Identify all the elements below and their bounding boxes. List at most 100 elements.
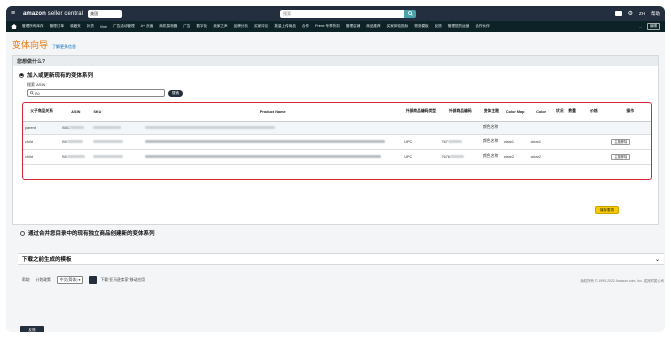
quantity-cell [565,121,579,135]
asin-search-label-text: 搜索 ASIN [27,82,46,87]
color-cell[interactable]: clear2 [528,149,554,165]
seller-central-logo[interactable]: amazon seller central [23,11,83,17]
nav-item[interactable]: 商机探测器 [159,24,177,29]
nav-item[interactable]: 品牌分析 [234,24,248,29]
action-cell: 主题移除 [609,149,651,165]
asin-search-input[interactable]: B0 [27,89,165,97]
nav-item[interactable]: 合作 [302,24,309,29]
col-header[interactable]: Color [528,103,554,122]
chevron-down-icon[interactable]: ⌄ [655,256,660,263]
variation-table-highlight: 父子商品关系 ASIN SKU Product Name 外部商品编码类型 外部… [22,102,652,180]
nav-edit-button[interactable]: 编辑 [646,23,660,30]
nav-item[interactable]: 数字化 [196,24,207,29]
color-map-cell[interactable]: clear2 [501,149,529,165]
logo-brand: amazon [23,10,46,17]
option-update-family-label: 加入或更新现有的变体系列 [27,73,94,79]
templates-section[interactable]: 下载之前生成的模板 ⌄ [18,253,664,265]
product-name-cell [143,121,403,135]
color-map-cell [501,121,529,135]
nav-item[interactable]: 卖家之声 [213,24,227,29]
col-header[interactable]: 状况 [553,103,566,122]
hamburger-menu-icon[interactable]: ≡ [11,10,19,17]
asin-cell: B0 [60,149,92,165]
relation-cell: child [23,149,61,165]
nav-item[interactable]: 商品推荐 [366,24,380,29]
footer-policy-link[interactable]: 计划政策 [36,278,51,283]
gear-icon[interactable]: ⚙ [628,10,633,17]
condition-cell [553,134,566,150]
col-header[interactable]: SKU [91,103,144,122]
nav-item[interactable]: Vine [100,25,107,29]
radio-checked[interactable] [19,72,24,78]
col-header[interactable]: 外部商品编码类型 [402,103,440,122]
global-search-input[interactable]: 搜索 [280,9,405,18]
footer-app-link[interactable]: 下载"亚马逊卖家"移动应用 [100,278,144,283]
nav-item[interactable]: 买家评论 [254,24,268,29]
learn-more-link[interactable]: 了解更多信息 [52,44,76,50]
nav-item[interactable]: 广告活动管理 [113,24,135,29]
nav-item[interactable]: 物流模板 [414,24,428,29]
col-header[interactable]: 父子商品关系 [23,103,61,122]
col-header[interactable]: 价格 [578,103,610,122]
nav-item[interactable]: 管理店铺 [346,24,360,29]
asin-search-button[interactable]: 搜索 [168,89,183,97]
color-cell[interactable]: clear1 [528,134,554,150]
nav-item[interactable]: 买家体验指标 [387,24,409,29]
nav-item[interactable]: 合作伙伴 [475,24,489,29]
quantity-cell [565,134,579,150]
relation-cell: parent [23,121,61,135]
mobile-app-icon[interactable] [89,276,98,284]
nav-item[interactable]: 补货 [87,24,94,29]
nav-item[interactable]: A+ 页面 [141,24,154,29]
theme-cell: 颜色名称 [480,134,502,150]
ext-id-cell: 767 [439,134,481,150]
help-link[interactable]: 帮助 [651,11,660,17]
nav-item[interactable]: Prime 专享折扣 [315,24,340,29]
asin-cell: B0C [60,121,92,135]
marketplace-select[interactable]: 美国 [88,9,123,18]
col-header[interactable]: Product Name [143,103,403,122]
footer-help-link[interactable]: 帮助 [22,278,30,283]
nav-item[interactable]: 收藏夹 [70,24,81,29]
footer-language-select[interactable]: 中文(简体) ▾ [56,276,84,284]
table-row[interactable]: child B0 UPC 7676 颜色名称 clear2 clear2 主题移… [23,149,651,165]
search-button[interactable] [404,9,417,18]
feedback-button[interactable]: 反馈 [20,326,44,332]
col-header[interactable]: Color Map [501,103,529,122]
col-header[interactable]: ASIN [60,103,92,122]
table-row[interactable]: child B0 UPC 767 颜色名称 clear1 clear1 主题移除 [23,134,651,150]
col-header[interactable]: 外部商品编码 [439,103,481,122]
color-map-cell[interactable]: clear1 [501,134,529,150]
radio-unchecked[interactable] [20,230,25,236]
redacted [66,140,83,143]
remove-button[interactable]: 主题移除 [611,154,631,160]
quantity-cell [565,149,579,165]
ext-type-cell: UPC [402,149,440,165]
search-icon [407,11,413,16]
col-header[interactable]: 变体主题 [480,103,502,122]
nav-item[interactable]: 反馈 [435,24,442,29]
nav-item[interactable]: 管理您的运营 [448,24,470,29]
asin-cell: B0 [60,134,92,150]
option-create-family[interactable]: 通过合并您目录中的现有独立商品创建新的变体系列 [20,229,155,237]
mail-icon[interactable] [614,11,622,16]
col-header[interactable]: 数量 [565,103,579,122]
nav-item[interactable]: 管理订单 [50,24,64,29]
save-changes-button[interactable]: 保存更改 [595,206,619,214]
nav-more-button[interactable]: ... [639,25,642,29]
bookmark-nav: 管理所有库存 管理订单 收藏夹 补货 Vine 广告活动管理 A+ 页面 商机探… [6,21,665,32]
nav-item[interactable]: 管理所有库存 [22,24,44,29]
option-create-family-label: 通过合并您目录中的现有独立商品创建新的变体系列 [28,231,155,237]
asin-search-value: B0 [35,90,40,96]
top-right-controls: ⚙ ZH 帮助 [614,10,660,17]
language-switch[interactable]: ZH [639,11,645,16]
remove-button[interactable]: 主题移除 [611,139,631,145]
table-row[interactable]: parent B0C 颜色名称 [23,121,651,135]
col-header[interactable]: 操作 [609,103,651,122]
asin-value: B0C [62,125,70,130]
option-update-family[interactable]: 加入或更新现有的变体系列 [13,66,658,79]
nav-item[interactable]: 批量上传商品 [274,24,296,29]
ext-type-cell: UPC [402,134,440,150]
nav-item[interactable]: 广告 [183,24,190,29]
home-icon[interactable] [11,24,17,29]
